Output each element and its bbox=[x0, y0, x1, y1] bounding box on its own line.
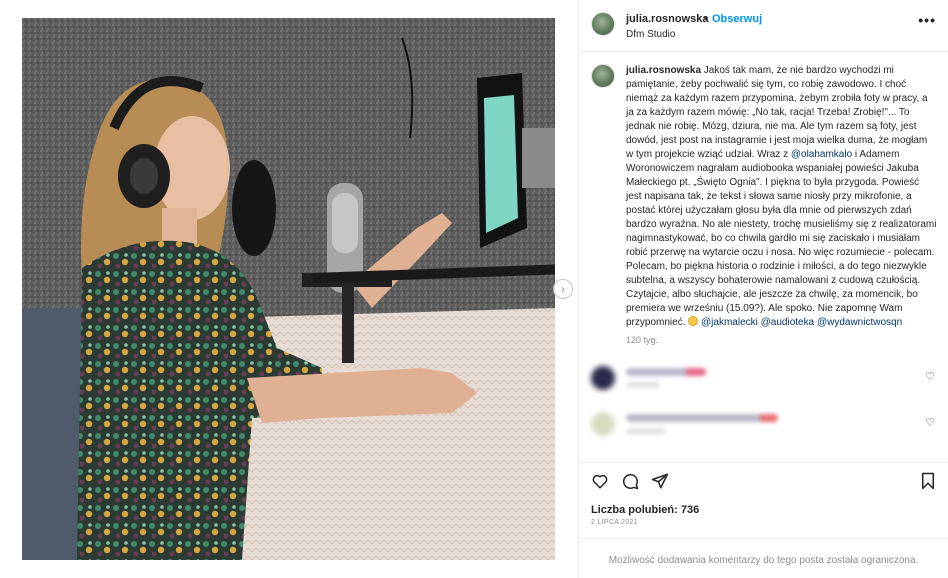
bookmark-icon bbox=[922, 472, 934, 490]
caption-time-ago: 120 tyg. bbox=[626, 335, 659, 345]
comment-meta-blurred bbox=[626, 382, 660, 388]
comment-icon bbox=[623, 474, 639, 490]
post-date: 2 LIPCA 2021 bbox=[591, 519, 638, 526]
header-separator: • bbox=[704, 13, 708, 25]
heart-icon[interactable]: ♡ bbox=[925, 416, 935, 429]
likes-count[interactable]: Liczba polubień: 736 bbox=[591, 504, 699, 516]
studio-photo-illustration bbox=[22, 18, 555, 560]
heart-icon[interactable]: ♡ bbox=[925, 370, 935, 383]
heart-icon bbox=[592, 474, 608, 489]
comment-text-blurred bbox=[626, 414, 778, 422]
comment-avatar bbox=[591, 412, 615, 436]
more-icon[interactable]: ••• bbox=[918, 12, 936, 28]
mention-olahamkalo[interactable]: @olahamkalo bbox=[791, 149, 852, 160]
post-header: julia.rosnowska • Obserwuj Dfm Studio ••… bbox=[579, 0, 948, 52]
actions-divider bbox=[579, 462, 948, 463]
comment-item: ♡ bbox=[591, 362, 937, 396]
comment-item: ♡ bbox=[591, 408, 937, 442]
follow-button[interactable]: Obserwuj bbox=[712, 13, 762, 25]
mention-audioteka[interactable]: @audioteka bbox=[761, 317, 815, 328]
caption-text-part-2: i Adamem Woronowiczem nagrałam audiobook… bbox=[626, 149, 937, 328]
smile-emoji-icon bbox=[688, 316, 699, 326]
caption-text-part-1: Jakoś tak mam, że nie bardzo wychodzi mi… bbox=[626, 65, 928, 160]
chevron-right-icon[interactable]: › bbox=[553, 279, 573, 299]
caption-username[interactable]: julia.rosnowska bbox=[626, 65, 701, 76]
share-button[interactable] bbox=[651, 472, 669, 490]
post-side-panel: julia.rosnowska • Obserwuj Dfm Studio ••… bbox=[579, 0, 948, 578]
author-avatar[interactable] bbox=[591, 12, 615, 36]
comment-avatar bbox=[591, 366, 615, 390]
footer-divider bbox=[579, 538, 948, 539]
instagram-post-modal: › julia.rosnowska • Obserwuj Dfm Studio … bbox=[0, 0, 948, 578]
caption-avatar[interactable] bbox=[591, 64, 615, 88]
comments-closed-notice: Możliwość dodawania komentarzy do tego p… bbox=[608, 555, 919, 566]
share-icon bbox=[651, 473, 669, 489]
author-username[interactable]: julia.rosnowska bbox=[626, 13, 709, 25]
like-button[interactable] bbox=[591, 472, 609, 490]
comment-button[interactable] bbox=[621, 472, 639, 490]
mention-jakmalecki[interactable]: @jakmalecki bbox=[701, 317, 758, 328]
comment-meta-blurred bbox=[626, 428, 666, 434]
caption-text: julia.rosnowska Jakoś tak mam, że nie ba… bbox=[626, 64, 937, 330]
save-button[interactable] bbox=[920, 472, 936, 490]
mention-wydawnictwosqn[interactable]: @wydawnictwosqn bbox=[817, 317, 902, 328]
post-photo[interactable] bbox=[22, 18, 555, 560]
comment-text-blurred bbox=[626, 368, 706, 376]
location-link[interactable]: Dfm Studio bbox=[626, 29, 675, 40]
